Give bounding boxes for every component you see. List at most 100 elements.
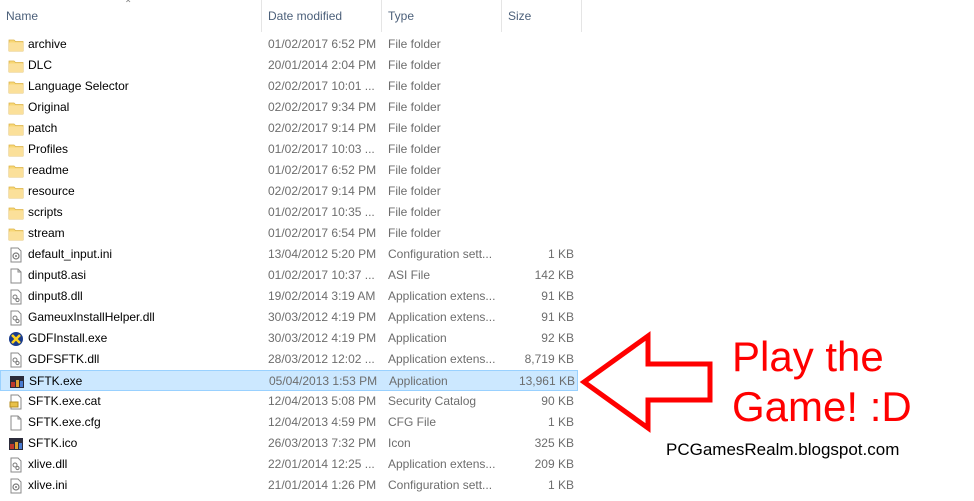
file-row[interactable]: Profiles 01/02/2017 10:03 ... File folder — [0, 139, 578, 160]
file-size — [500, 160, 574, 181]
file-name: xlive.dll — [28, 457, 68, 471]
file-row[interactable]: GDFInstall.exe 30/03/2012 4:19 PM Applicat… — [0, 328, 578, 349]
file-row[interactable]: scripts 01/02/2017 10:35 ... File folder — [0, 202, 578, 223]
game-app-icon — [8, 436, 24, 452]
file-date: 01/02/2017 10:35 ... — [268, 205, 375, 219]
file-name: dinput8.dll — [28, 289, 83, 303]
column-name-label: Name — [6, 9, 39, 23]
file-date: 01/02/2017 10:37 ... — [268, 268, 375, 282]
file-name: GameuxInstallHelper.dll — [28, 310, 155, 324]
file-row[interactable]: Language Selector 02/02/2017 10:01 ... Fil… — [0, 76, 578, 97]
file-size — [500, 202, 574, 223]
file-row[interactable]: resource 02/02/2017 9:14 PM File folder — [0, 181, 578, 202]
file-row[interactable]: readme 01/02/2017 6:52 PM File folder — [0, 160, 578, 181]
column-type[interactable]: Type — [382, 0, 502, 32]
file-row[interactable]: SFTK.exe.cfg 12/04/2013 4:59 PM CFG File 1 … — [0, 412, 578, 433]
file-size — [500, 76, 574, 97]
file-size — [500, 181, 574, 202]
file-size: 90 KB — [541, 394, 574, 408]
file-size: 325 KB — [534, 436, 574, 450]
file-type: File folder — [388, 226, 441, 240]
column-size-label: Size — [508, 9, 532, 23]
file-row[interactable]: SFTK.exe 05/04/2013 1:53 PM Application 13,… — [0, 370, 578, 391]
file-type: Application extens... — [388, 352, 496, 366]
file-row[interactable]: default_input.ini 13/04/2012 5:20 PM Confi… — [0, 244, 578, 265]
config-file-icon — [8, 247, 24, 263]
file-date: 12/04/2013 4:59 PM — [268, 415, 377, 429]
file-date: 02/02/2017 9:34 PM — [268, 100, 377, 114]
file-date: 01/02/2017 6:54 PM — [268, 226, 377, 240]
file-row[interactable]: stream 01/02/2017 6:54 PM File folder — [0, 223, 578, 244]
file-type: Application — [389, 374, 448, 388]
dll-file-icon — [8, 310, 24, 326]
folder-icon — [8, 226, 24, 242]
file-date: 21/01/2014 1:26 PM — [268, 478, 377, 492]
file-row[interactable]: DLC 20/01/2014 2:04 PM File folder — [0, 55, 578, 76]
file-type: ASI File — [388, 268, 431, 282]
file-type: File folder — [388, 121, 441, 135]
file-name: scripts — [28, 205, 63, 219]
file-type: Icon — [388, 436, 411, 450]
file-date: 30/03/2012 4:19 PM — [268, 331, 377, 345]
file-row[interactable]: xlive.dll 22/01/2014 12:25 ... Application… — [0, 454, 578, 475]
file-date: 02/02/2017 10:01 ... — [268, 79, 375, 93]
file-type: Security Catalog — [388, 394, 477, 408]
file-date: 02/02/2017 9:14 PM — [268, 184, 377, 198]
file-row[interactable]: archive 01/02/2017 6:52 PM File folder — [0, 34, 578, 55]
file-type: File folder — [388, 142, 441, 156]
file-size: 1 KB — [547, 478, 574, 492]
file-date: 02/02/2017 9:14 PM — [268, 121, 377, 135]
file-size — [500, 34, 574, 55]
file-size: 13,961 KB — [518, 374, 575, 388]
file-size — [500, 97, 574, 118]
file-type: CFG File — [388, 415, 436, 429]
file-row[interactable]: dinput8.dll 19/02/2014 3:19 AM Application… — [0, 286, 578, 307]
file-type: File folder — [388, 100, 441, 114]
dll-file-icon — [8, 352, 24, 368]
file-date: 26/03/2013 7:32 PM — [268, 436, 377, 450]
dll-file-icon — [8, 289, 24, 305]
file-size: 142 KB — [534, 268, 574, 282]
folder-icon — [8, 121, 24, 137]
file-size: 91 KB — [541, 289, 574, 303]
file-size — [500, 118, 574, 139]
file-name: xlive.ini — [28, 478, 68, 492]
file-type: File folder — [388, 58, 441, 72]
file-type: File folder — [388, 79, 441, 93]
file-name: GDFInstall.exe — [28, 331, 108, 345]
file-size: 91 KB — [541, 310, 574, 324]
file-row[interactable]: patch 02/02/2017 9:14 PM File folder — [0, 118, 578, 139]
file-size: 1 KB — [547, 415, 574, 429]
folder-icon — [8, 79, 24, 95]
file-row[interactable]: Original 02/02/2017 9:34 PM File folder — [0, 97, 578, 118]
file-size: 209 KB — [534, 457, 574, 471]
file-name: Profiles — [28, 142, 69, 156]
file-type: Application extens... — [388, 457, 496, 471]
annotation-line-2: Game! :D — [732, 383, 912, 430]
file-row[interactable]: GameuxInstallHelper.dll 30/03/2012 4:19 P… — [0, 307, 578, 328]
file-row[interactable]: SFTK.exe.cat 12/04/2013 5:08 PM Security C… — [0, 391, 578, 412]
column-type-label: Type — [388, 9, 415, 23]
file-name: SFTK.exe — [29, 374, 83, 388]
file-row[interactable]: GDFSFTK.dll 28/03/2012 12:02 ... Applicati… — [0, 349, 578, 370]
folder-icon — [8, 163, 24, 179]
column-date[interactable]: Date modified — [262, 0, 382, 32]
file-name: SFTK.ico — [28, 436, 78, 450]
file-size: 92 KB — [541, 331, 574, 345]
column-size[interactable]: Size — [502, 0, 582, 32]
file-name: default_input.ini — [28, 247, 113, 261]
file-size — [500, 55, 574, 76]
file-row[interactable]: xlive.ini 21/01/2014 1:26 PM Configuration… — [0, 475, 578, 496]
installer-app-icon — [8, 331, 24, 347]
file-size: 8,719 KB — [524, 352, 574, 366]
file-date: 19/02/2014 3:19 AM — [268, 289, 376, 303]
file-type: Application — [388, 331, 447, 345]
folder-icon — [8, 205, 24, 221]
file-date: 28/03/2012 12:02 ... — [268, 352, 375, 366]
file-row[interactable]: dinput8.asi 01/02/2017 10:37 ... ASI File 1… — [0, 265, 578, 286]
file-date: 05/04/2013 1:53 PM — [269, 374, 378, 388]
file-date: 13/04/2012 5:20 PM — [268, 247, 377, 261]
file-row[interactable]: SFTK.ico 26/03/2013 7:32 PM Icon 325 KB — [0, 433, 578, 454]
file-size — [500, 139, 574, 160]
file-name: DLC — [28, 58, 53, 72]
